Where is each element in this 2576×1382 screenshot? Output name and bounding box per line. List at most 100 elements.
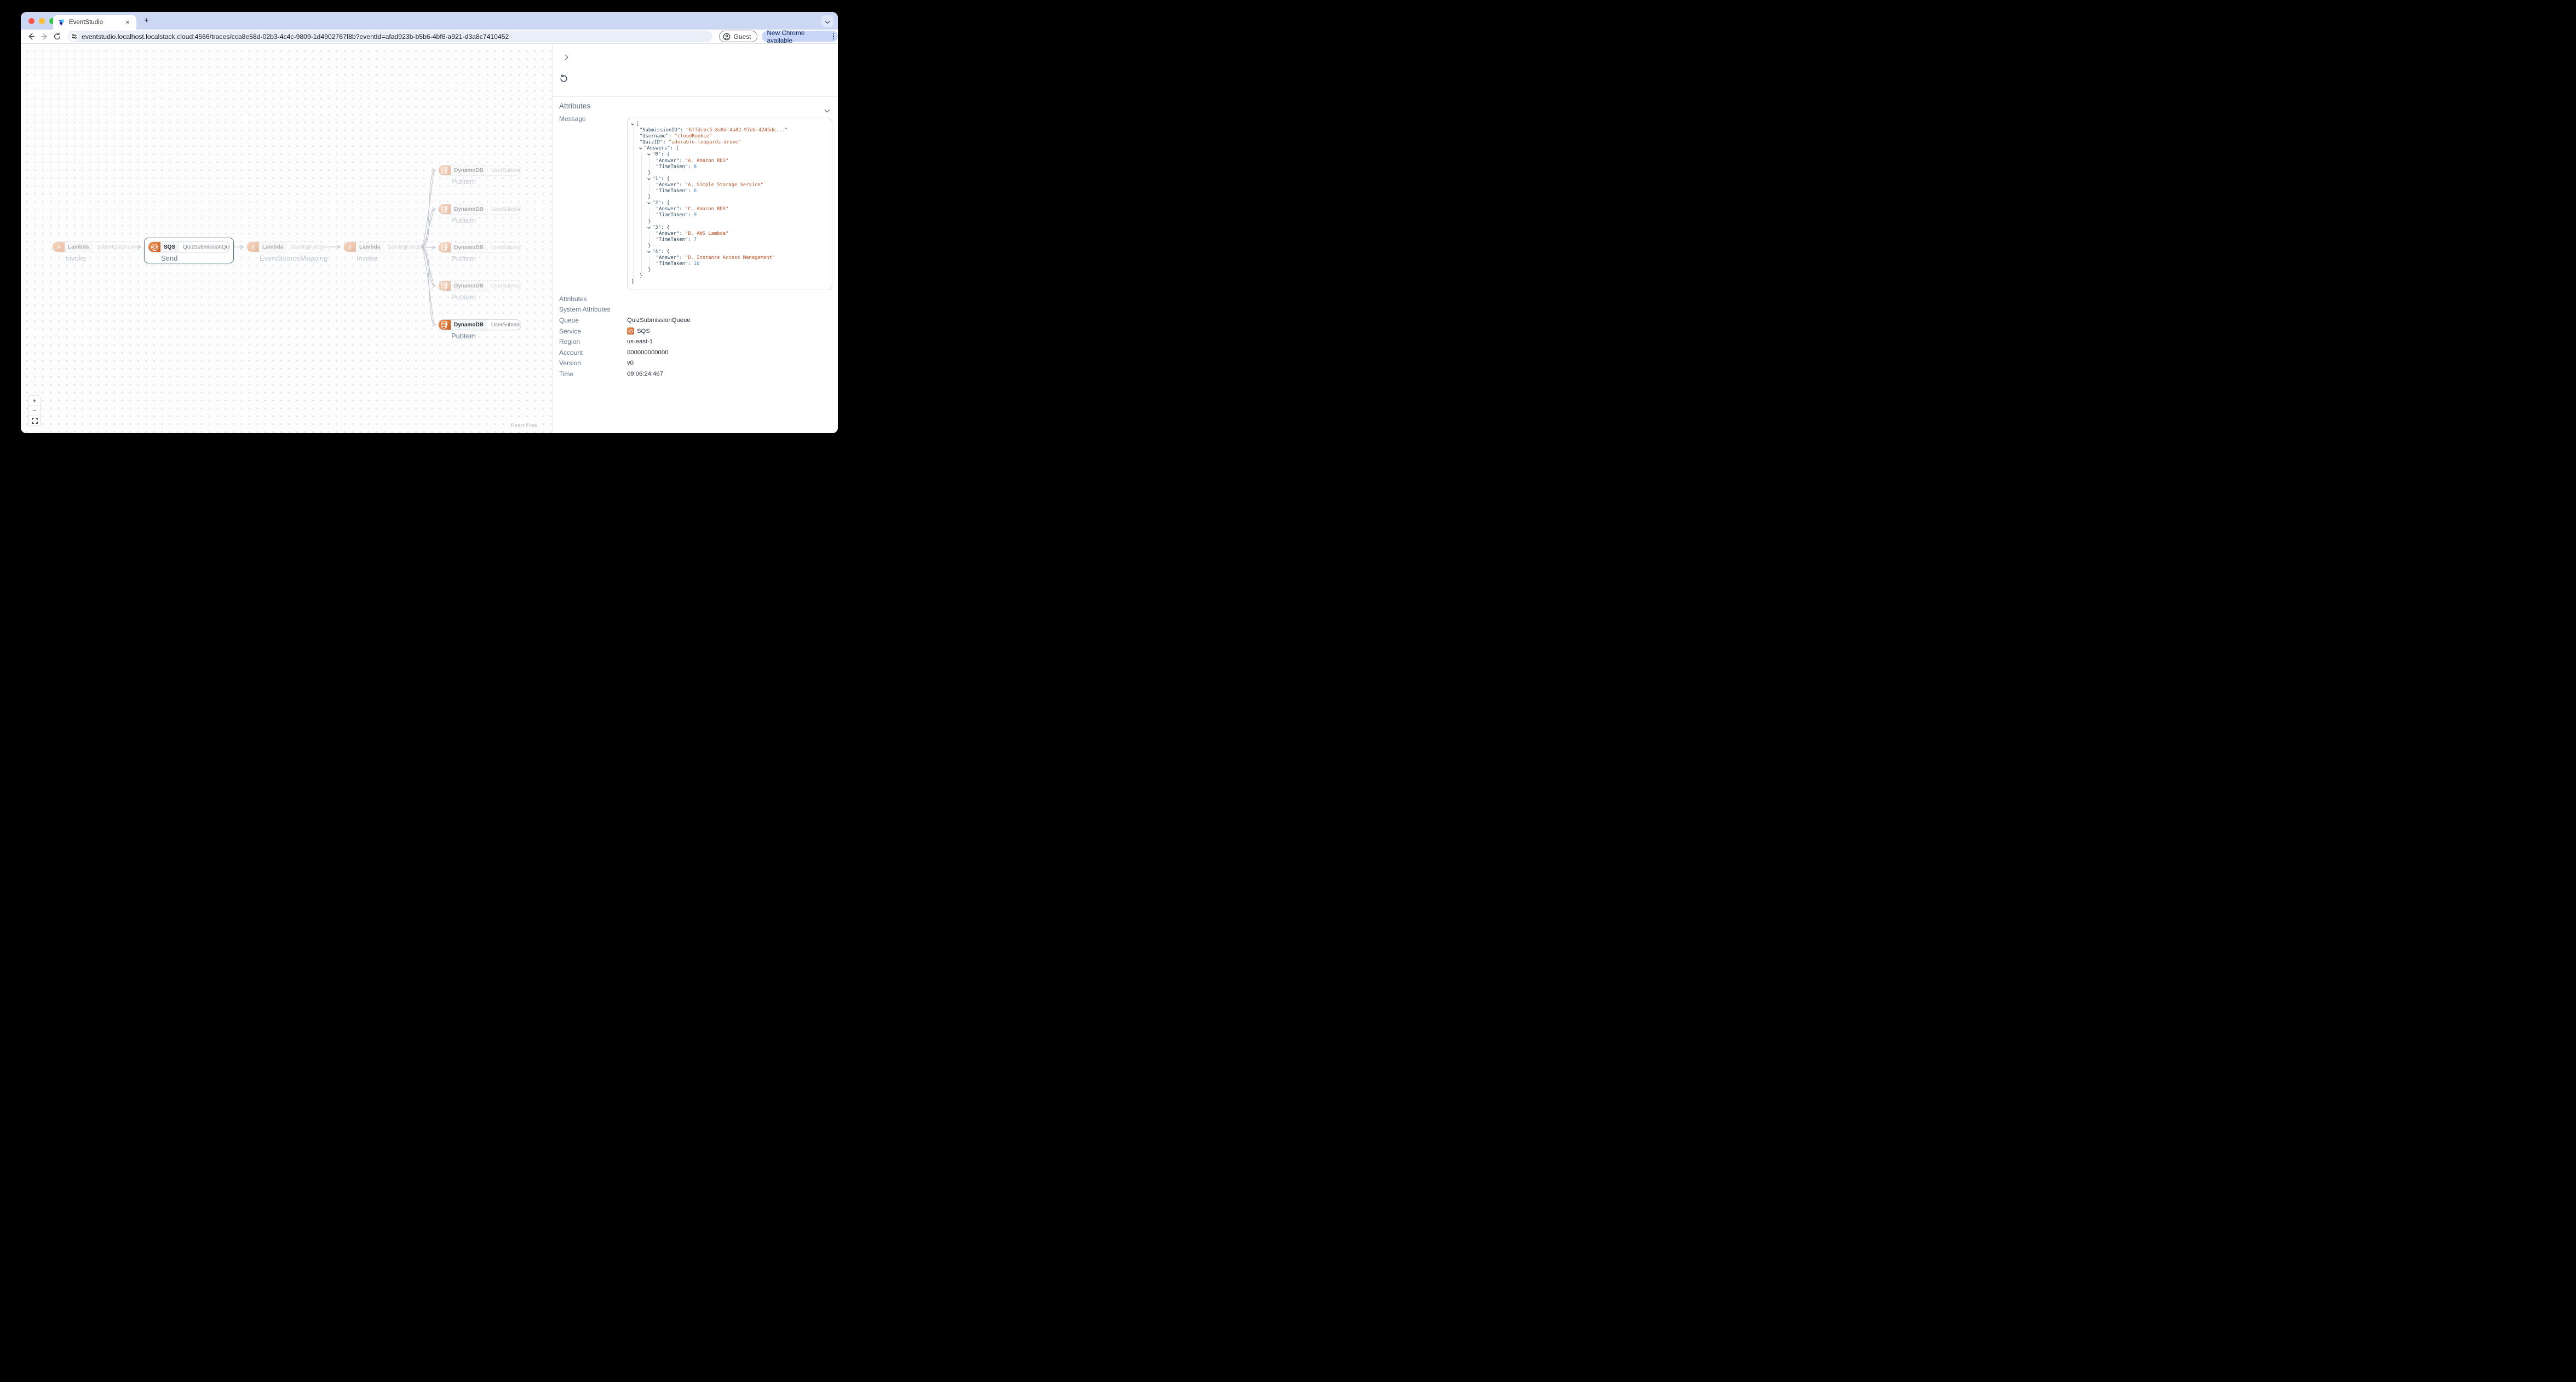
zoom-out-button[interactable]: − xyxy=(29,406,40,416)
node-resource-label: UserSubmissions xyxy=(491,321,521,328)
attribute-rows: Attributes System Attributes Queue QuizSubm… xyxy=(553,293,838,379)
node-resource-label: UserSubmissions xyxy=(491,244,521,251)
collapse-panel-button[interactable] xyxy=(560,52,570,62)
back-button[interactable] xyxy=(27,32,35,41)
guest-label: Guest xyxy=(733,32,751,41)
node-service-label: DynamoDB xyxy=(451,320,487,330)
node-service-label: Lambda xyxy=(356,242,384,252)
attribute-label: Version xyxy=(559,359,582,367)
message-json-viewer[interactable]: {"SubmissionID": "6ffdcbc5-8e8d-4a82-97e… xyxy=(627,118,832,290)
attribute-row-region: Region us-east-1 xyxy=(553,336,838,347)
tab-title: EventStudio xyxy=(69,19,104,26)
update-label: New Chrome available xyxy=(767,28,805,44)
chevron-down-icon[interactable] xyxy=(824,105,830,114)
eventstudio-favicon xyxy=(58,19,64,26)
attribute-value: v0 xyxy=(627,360,634,367)
node-action-label: PutItem xyxy=(451,177,476,186)
flow-edges xyxy=(135,44,552,433)
node-service-label: Lambda xyxy=(259,242,288,252)
attribute-value: us-east-1 xyxy=(627,338,653,346)
attribute-value: QuizSubmissionQueue xyxy=(627,316,691,324)
chrome-update-button[interactable]: New Chrome available xyxy=(761,28,838,44)
tab-strip: EventStudio × + xyxy=(21,12,838,30)
node-action-label: Invoke xyxy=(65,254,87,262)
refresh-button[interactable] xyxy=(559,74,570,85)
reload-button[interactable] xyxy=(53,32,61,41)
browser-toolbar: eventstudio.localhost.localstack.cloud:4… xyxy=(21,28,838,44)
attribute-label: Account xyxy=(559,348,583,356)
flow-canvas[interactable]: λ Lambda SubmitQuizFunction Invoke SQS Q… xyxy=(21,44,552,433)
forward-button[interactable] xyxy=(41,32,49,41)
attribute-row-attributes: Attributes xyxy=(553,293,838,304)
dynamodb-icon xyxy=(439,165,451,175)
dynamodb-icon xyxy=(439,320,451,330)
node-resource-label: SubmitQuizFunction xyxy=(96,244,135,250)
attribute-label: Attributes xyxy=(559,295,587,303)
flow-node-dynamodb-UserSubmissions[interactable]: DynamoDB UserSubmissions PutItem xyxy=(438,280,521,301)
attribute-label: Time xyxy=(559,370,574,378)
flow-node-sqs-QuizSubmissionQueue[interactable]: SQS QuizSubmissionQueue Send xyxy=(148,241,230,262)
node-service-label: Lambda xyxy=(65,242,93,252)
attribute-label: Service xyxy=(559,327,582,335)
chevron-down-icon xyxy=(825,19,830,24)
node-action-label: PutItem xyxy=(451,332,476,340)
attribute-label: System Attributes xyxy=(559,306,611,314)
attribute-value: 000000000000 xyxy=(627,349,669,356)
dynamodb-icon xyxy=(439,243,451,252)
node-action-label: EventSourceMapping xyxy=(260,254,328,262)
node-service-label: DynamoDB xyxy=(451,281,487,291)
site-settings-icon[interactable] xyxy=(70,32,78,41)
svg-text:λ: λ xyxy=(251,244,255,251)
flow-node-lambda-SubmitQuizFunction[interactable]: λ Lambda SubmitQuizFunction Invoke xyxy=(52,241,135,262)
lambda-icon: λ xyxy=(344,242,356,252)
menu-kebab-icon[interactable] xyxy=(832,33,834,40)
zoom-in-button[interactable]: + xyxy=(29,396,40,406)
attribute-row-account: Account 000000000000 xyxy=(553,347,838,358)
node-action-label: PutItem xyxy=(451,255,476,263)
flow-node-dynamodb-UserSubmissions[interactable]: DynamoDB UserSubmissions PutItem xyxy=(438,165,521,186)
tab-eventstudio[interactable]: EventStudio × xyxy=(53,15,136,30)
node-service-label: SQS xyxy=(160,242,180,252)
details-panel: Attributes Message {"SubmissionID": "6ff… xyxy=(552,44,838,433)
minimize-window-button[interactable] xyxy=(39,18,45,24)
guest-profile-button[interactable]: Guest xyxy=(719,31,757,42)
address-bar[interactable]: eventstudio.localhost.localstack.cloud:4… xyxy=(68,31,713,42)
node-resource-label: ScoringFunction xyxy=(291,244,324,250)
attribute-row-system-attributes: System Attributes xyxy=(553,304,838,315)
attribute-value: SQS xyxy=(637,327,650,335)
guest-icon xyxy=(723,33,731,40)
attributes-section-header[interactable]: Attributes xyxy=(559,102,590,110)
window-controls xyxy=(28,18,55,24)
node-action-label: PutItem xyxy=(451,293,476,301)
tab-overflow-button[interactable] xyxy=(821,15,833,27)
url-text: eventstudio.localhost.localstack.cloud:4… xyxy=(82,32,509,41)
node-resource-label: UserSubmissions xyxy=(491,167,521,174)
svg-text:λ: λ xyxy=(57,244,60,251)
attribute-row-service: Service SQS xyxy=(553,326,838,337)
new-tab-button[interactable]: + xyxy=(141,16,152,26)
attribute-label: Region xyxy=(559,338,580,346)
flow-node-dynamodb-UserSubmissions[interactable]: DynamoDB UserSubmissions PutItem xyxy=(438,319,521,340)
node-service-label: DynamoDB xyxy=(451,204,487,214)
sqs-icon xyxy=(148,242,160,252)
flow-node-lambda-ScoringFunction[interactable]: λ Lambda ScoringFunction EventSourceMapp… xyxy=(246,241,327,262)
close-window-button[interactable] xyxy=(28,18,34,24)
tab-close-icon[interactable]: × xyxy=(123,18,132,27)
node-service-label: DynamoDB xyxy=(451,165,487,175)
node-action-label: PutItem xyxy=(451,216,476,224)
sqs-icon xyxy=(627,327,634,335)
fit-view-button[interactable] xyxy=(29,416,40,425)
flow-controls: + − xyxy=(29,396,40,425)
node-resource-label: QuizSubmissionQueue xyxy=(183,244,229,250)
attribute-label: Queue xyxy=(559,316,579,324)
dynamodb-icon xyxy=(439,204,451,214)
attribute-row-queue: Queue QuizSubmissionQueue xyxy=(553,315,838,326)
node-resource-label: UserSubmissions xyxy=(491,206,521,212)
browser-window: EventStudio × + eventstudio.localhost.lo… xyxy=(21,12,838,433)
flow-node-lambda-ScoringFunction[interactable]: λ Lambda ScoringFunction Invoke xyxy=(343,241,421,262)
node-action-label: Send xyxy=(161,254,178,262)
flow-node-dynamodb-UserSubmissions[interactable]: DynamoDB UserSubmissions PutItem xyxy=(438,204,521,224)
node-resource-label: ScoringFunction xyxy=(388,244,421,250)
react-flow-attribution[interactable]: React Flow xyxy=(511,423,537,429)
flow-node-dynamodb-UserSubmissions[interactable]: DynamoDB UserSubmissions PutItem xyxy=(438,242,521,263)
